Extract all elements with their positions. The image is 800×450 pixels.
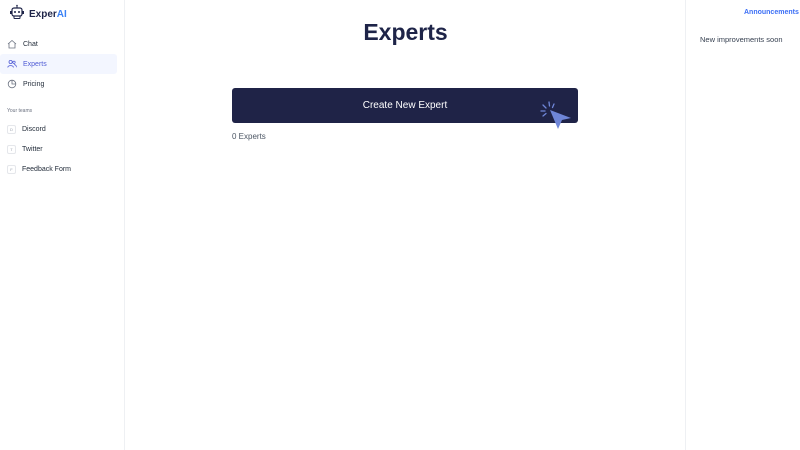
team-item-feedback-form[interactable]: F Feedback Form [0,159,125,179]
nav-item-pricing[interactable]: Pricing [0,74,125,94]
team-badge: F [7,164,16,174]
team-item-twitter[interactable]: T Twitter [0,139,125,159]
announcements-panel: Announcements New improvements soon [685,0,800,450]
users-icon [7,59,17,69]
announcements-title: Announcements [744,9,799,16]
team-item-discord[interactable]: D Discord [0,119,125,139]
create-new-expert-button[interactable]: Create New Expert [232,88,578,123]
experts-count: 0 Experts [232,132,266,141]
team-item-label: Discord [22,125,46,133]
brand-name-accent: AI [56,9,67,20]
team-item-label: Twitter [22,145,43,153]
announcement-text: New improvements soon [700,35,783,44]
page-title: Experts [363,19,448,45]
robot-logo-icon [9,4,25,25]
brand-logo[interactable]: ExperAI [9,4,67,25]
nav-item-experts[interactable]: Experts [0,54,117,74]
home-icon [7,39,17,49]
nav-item-chat-label: Chat [23,40,38,48]
team-badge: T [7,144,16,154]
brand-name-main: Exper [29,9,57,20]
teams-section-label: Your teams [7,108,33,114]
nav-item-experts-label: Experts [23,60,47,68]
main-nav: Chat Experts Pricing [0,34,125,94]
team-badge: D [7,124,16,134]
nav-item-pricing-label: Pricing [23,80,45,88]
nav-item-chat[interactable]: Chat [0,34,125,54]
main-content: Experts Create New Expert 0 Experts [126,0,685,450]
click-cursor-icon [540,100,576,132]
teams-list: D Discord T Twitter F Feedback Form [0,119,125,179]
team-item-label: Feedback Form [22,165,72,173]
pricing-icon [7,79,17,89]
brand-name: ExperAI [29,9,67,20]
sidebar: ExperAI Chat Experts Pricing Your teams … [0,0,125,450]
